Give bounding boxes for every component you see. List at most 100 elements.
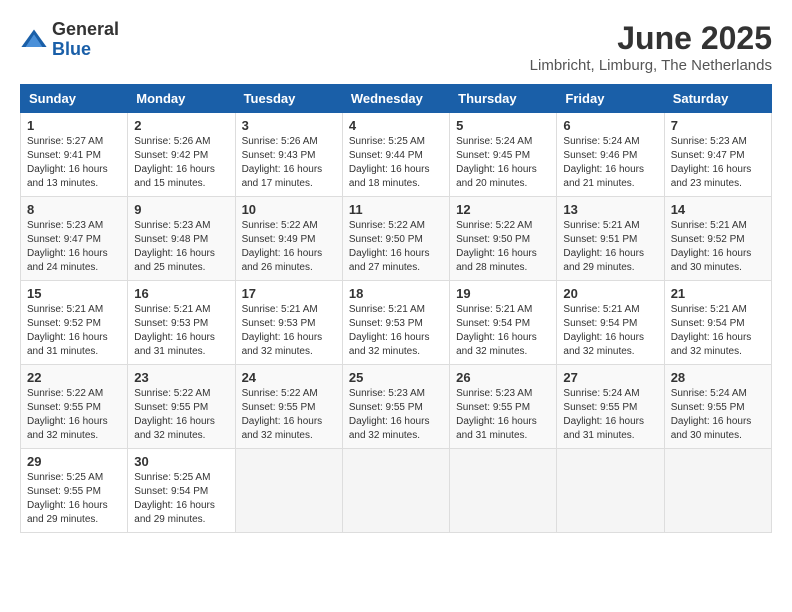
day-info: Sunrise: 5:21 AM Sunset: 9:54 PM Dayligh… xyxy=(671,303,765,359)
table-row: 1 Sunrise: 5:27 AM Sunset: 9:41 PM Dayli… xyxy=(21,113,128,197)
table-row xyxy=(557,449,664,533)
sunset-label: Sunset: 9:54 PM xyxy=(563,318,637,329)
sunset-label: Sunset: 9:55 PM xyxy=(134,402,208,413)
day-info: Sunrise: 5:21 AM Sunset: 9:54 PM Dayligh… xyxy=(563,303,657,359)
day-info: Sunrise: 5:23 AM Sunset: 9:47 PM Dayligh… xyxy=(671,135,765,191)
daylight-label: Daylight: 16 hours xyxy=(27,500,108,511)
day-info: Sunrise: 5:22 AM Sunset: 9:49 PM Dayligh… xyxy=(242,219,336,275)
sunset-label: Sunset: 9:44 PM xyxy=(349,150,423,161)
day-number: 20 xyxy=(563,286,657,301)
sunrise-label: Sunrise: 5:24 AM xyxy=(671,388,747,399)
sunset-label: Sunset: 9:54 PM xyxy=(134,486,208,497)
day-number: 10 xyxy=(242,202,336,217)
table-row: 12 Sunrise: 5:22 AM Sunset: 9:50 PM Dayl… xyxy=(450,197,557,281)
daylight-label: Daylight: 16 hours xyxy=(563,332,644,343)
col-wednesday: Wednesday xyxy=(342,85,449,113)
table-row: 8 Sunrise: 5:23 AM Sunset: 9:47 PM Dayli… xyxy=(21,197,128,281)
day-info: Sunrise: 5:25 AM Sunset: 9:55 PM Dayligh… xyxy=(27,471,121,527)
daylight-value: and 21 minutes. xyxy=(563,178,634,189)
daylight-label: Daylight: 16 hours xyxy=(563,164,644,175)
sunrise-label: Sunrise: 5:23 AM xyxy=(671,136,747,147)
sunrise-label: Sunrise: 5:21 AM xyxy=(563,304,639,315)
table-row: 20 Sunrise: 5:21 AM Sunset: 9:54 PM Dayl… xyxy=(557,281,664,365)
day-info: Sunrise: 5:21 AM Sunset: 9:54 PM Dayligh… xyxy=(456,303,550,359)
day-info: Sunrise: 5:24 AM Sunset: 9:55 PM Dayligh… xyxy=(563,387,657,443)
daylight-label: Daylight: 16 hours xyxy=(134,164,215,175)
sunrise-label: Sunrise: 5:24 AM xyxy=(563,136,639,147)
day-number: 23 xyxy=(134,370,228,385)
sunset-label: Sunset: 9:50 PM xyxy=(349,234,423,245)
daylight-value: and 32 minutes. xyxy=(27,430,98,441)
day-info: Sunrise: 5:24 AM Sunset: 9:45 PM Dayligh… xyxy=(456,135,550,191)
table-row: 21 Sunrise: 5:21 AM Sunset: 9:54 PM Dayl… xyxy=(664,281,771,365)
day-info: Sunrise: 5:21 AM Sunset: 9:52 PM Dayligh… xyxy=(671,219,765,275)
sunset-label: Sunset: 9:52 PM xyxy=(27,318,101,329)
sunset-label: Sunset: 9:46 PM xyxy=(563,150,637,161)
daylight-value: and 31 minutes. xyxy=(456,430,527,441)
daylight-value: and 15 minutes. xyxy=(134,178,205,189)
daylight-label: Daylight: 16 hours xyxy=(242,248,323,259)
calendar-header-row: Sunday Monday Tuesday Wednesday Thursday… xyxy=(21,85,772,113)
table-row: 16 Sunrise: 5:21 AM Sunset: 9:53 PM Dayl… xyxy=(128,281,235,365)
day-number: 11 xyxy=(349,202,443,217)
page-header: General Blue June 2025 Limbricht, Limbur… xyxy=(20,20,772,74)
daylight-value: and 25 minutes. xyxy=(134,262,205,273)
day-number: 29 xyxy=(27,454,121,469)
table-row: 11 Sunrise: 5:22 AM Sunset: 9:50 PM Dayl… xyxy=(342,197,449,281)
daylight-label: Daylight: 16 hours xyxy=(27,248,108,259)
day-info: Sunrise: 5:23 AM Sunset: 9:48 PM Dayligh… xyxy=(134,219,228,275)
table-row: 22 Sunrise: 5:22 AM Sunset: 9:55 PM Dayl… xyxy=(21,365,128,449)
daylight-value: and 32 minutes. xyxy=(242,346,313,357)
sunset-label: Sunset: 9:54 PM xyxy=(671,318,745,329)
day-number: 24 xyxy=(242,370,336,385)
day-info: Sunrise: 5:23 AM Sunset: 9:55 PM Dayligh… xyxy=(349,387,443,443)
daylight-value: and 29 minutes. xyxy=(134,514,205,525)
day-number: 2 xyxy=(134,118,228,133)
logo-general-text: General xyxy=(52,20,119,40)
day-info: Sunrise: 5:21 AM Sunset: 9:53 PM Dayligh… xyxy=(242,303,336,359)
calendar-week-row: 1 Sunrise: 5:27 AM Sunset: 9:41 PM Dayli… xyxy=(21,113,772,197)
daylight-label: Daylight: 16 hours xyxy=(242,416,323,427)
daylight-label: Daylight: 16 hours xyxy=(456,164,537,175)
sunrise-label: Sunrise: 5:25 AM xyxy=(134,472,210,483)
table-row: 13 Sunrise: 5:21 AM Sunset: 9:51 PM Dayl… xyxy=(557,197,664,281)
col-saturday: Saturday xyxy=(664,85,771,113)
day-info: Sunrise: 5:26 AM Sunset: 9:43 PM Dayligh… xyxy=(242,135,336,191)
table-row: 10 Sunrise: 5:22 AM Sunset: 9:49 PM Dayl… xyxy=(235,197,342,281)
calendar-week-row: 29 Sunrise: 5:25 AM Sunset: 9:55 PM Dayl… xyxy=(21,449,772,533)
daylight-label: Daylight: 16 hours xyxy=(134,248,215,259)
logo-icon xyxy=(20,26,48,54)
daylight-value: and 31 minutes. xyxy=(134,346,205,357)
sunset-label: Sunset: 9:47 PM xyxy=(27,234,101,245)
table-row: 9 Sunrise: 5:23 AM Sunset: 9:48 PM Dayli… xyxy=(128,197,235,281)
day-number: 25 xyxy=(349,370,443,385)
day-number: 3 xyxy=(242,118,336,133)
sunrise-label: Sunrise: 5:22 AM xyxy=(134,388,210,399)
daylight-label: Daylight: 16 hours xyxy=(242,332,323,343)
day-info: Sunrise: 5:22 AM Sunset: 9:50 PM Dayligh… xyxy=(349,219,443,275)
sunset-label: Sunset: 9:48 PM xyxy=(134,234,208,245)
daylight-value: and 32 minutes. xyxy=(349,346,420,357)
day-number: 27 xyxy=(563,370,657,385)
sunrise-label: Sunrise: 5:21 AM xyxy=(27,304,103,315)
table-row: 15 Sunrise: 5:21 AM Sunset: 9:52 PM Dayl… xyxy=(21,281,128,365)
day-number: 21 xyxy=(671,286,765,301)
daylight-value: and 27 minutes. xyxy=(349,262,420,273)
col-friday: Friday xyxy=(557,85,664,113)
day-number: 30 xyxy=(134,454,228,469)
daylight-label: Daylight: 16 hours xyxy=(134,500,215,511)
sunrise-label: Sunrise: 5:25 AM xyxy=(349,136,425,147)
sunset-label: Sunset: 9:47 PM xyxy=(671,150,745,161)
table-row xyxy=(450,449,557,533)
sunrise-label: Sunrise: 5:26 AM xyxy=(134,136,210,147)
table-row: 27 Sunrise: 5:24 AM Sunset: 9:55 PM Dayl… xyxy=(557,365,664,449)
daylight-label: Daylight: 16 hours xyxy=(134,416,215,427)
day-info: Sunrise: 5:22 AM Sunset: 9:50 PM Dayligh… xyxy=(456,219,550,275)
daylight-label: Daylight: 16 hours xyxy=(134,332,215,343)
sunrise-label: Sunrise: 5:23 AM xyxy=(349,388,425,399)
sunrise-label: Sunrise: 5:22 AM xyxy=(242,220,318,231)
daylight-label: Daylight: 16 hours xyxy=(563,248,644,259)
table-row: 30 Sunrise: 5:25 AM Sunset: 9:54 PM Dayl… xyxy=(128,449,235,533)
sunset-label: Sunset: 9:55 PM xyxy=(242,402,316,413)
daylight-value: and 26 minutes. xyxy=(242,262,313,273)
